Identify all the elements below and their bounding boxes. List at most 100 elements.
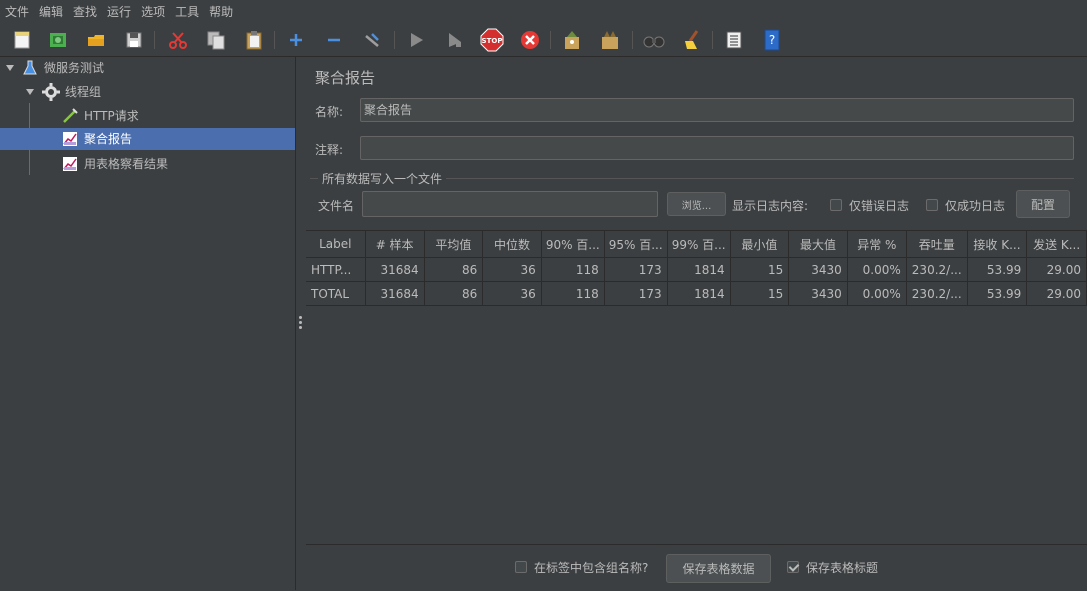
function-helper-icon[interactable] [722,28,746,52]
shutdown-icon[interactable] [518,28,542,52]
filename-field[interactable] [362,191,658,217]
column-header[interactable]: # 样本 [365,230,425,258]
column-header[interactable]: 99% 百... [667,230,731,258]
new-icon[interactable] [10,28,34,52]
templates-icon[interactable] [46,28,70,52]
table-cell: 173 [604,257,668,282]
table-cell: 31684 [365,257,425,282]
errors-only-label: 仅错误日志 [849,199,910,213]
save-icon[interactable] [122,28,146,52]
tree-item-label: HTTP请求 [84,109,139,123]
include-group-name-label: 在标签中包含组名称? [534,561,649,575]
test-plan-tree: 微服务测试 线程组 HTTP请求 聚合报告 用表格察看结果 [0,57,295,590]
table-cell: 29.00 [1026,257,1087,282]
column-header[interactable]: 平均值 [424,230,484,258]
gear-icon [42,83,60,101]
table-cell: 230.2/... [906,281,968,306]
save-table-header-checkbox[interactable] [787,561,799,573]
errors-only-checkbox[interactable] [830,199,842,211]
browse-button[interactable]: 浏览... [667,192,726,216]
column-header[interactable]: 90% 百... [541,230,605,258]
table-cell: HTTP... [306,257,366,282]
collapse-icon[interactable] [322,28,346,52]
menu-file[interactable]: 文件 [0,0,34,24]
table-cell: 15 [730,281,790,306]
svg-text:?: ? [769,33,775,47]
menu-tools[interactable]: 工具 [170,0,204,24]
column-header[interactable]: 吞吐量 [906,230,968,258]
bottom-bar: 在标签中包含组名称? 保存表格数据 保存表格标题 [306,544,1087,591]
name-field[interactable]: 聚合报告 [360,98,1074,122]
start-no-pause-icon[interactable] [442,28,466,52]
table-cell: 3430 [788,281,848,306]
menu-edit[interactable]: 编辑 [34,0,68,24]
column-header[interactable]: 发送 K... [1026,230,1087,258]
column-header[interactable]: 最大值 [788,230,848,258]
help-icon[interactable]: ? [760,28,784,52]
table-cell: 29.00 [1026,281,1087,306]
cut-icon[interactable] [166,28,190,52]
column-header[interactable]: Label [306,230,366,258]
open-icon[interactable] [84,28,108,52]
column-header[interactable]: 异常 % [847,230,907,258]
tree-item-http-request[interactable]: HTTP请求 [62,105,291,127]
table-cell: 118 [541,257,605,282]
reset-search-icon[interactable] [680,28,704,52]
menu-run[interactable]: 运行 [102,0,136,24]
toolbar: STOP ? [0,24,1087,57]
table-row[interactable]: HTTP... 31684 86 36 118 173 1814 15 3430… [306,257,1087,282]
tree-item-label: 线程组 [65,85,102,99]
split-pane-divider[interactable] [295,57,306,590]
table-cell: 3430 [788,257,848,282]
expand-icon[interactable] [284,28,308,52]
clear-icon[interactable] [560,28,584,52]
paste-icon[interactable] [242,28,266,52]
chevron-down-icon[interactable] [6,65,14,71]
menu-search[interactable]: 查找 [68,0,102,24]
menu-help[interactable]: 帮助 [204,0,238,24]
menu-options[interactable]: 选项 [136,0,170,24]
table-row[interactable]: TOTAL 31684 86 36 118 173 1814 15 3430 0… [306,281,1087,306]
table-cell: 0.00% [847,257,907,282]
search-icon[interactable] [642,28,666,52]
table-cell: 36 [482,257,542,282]
results-table: Label # 样本 平均值 中位数 90% 百... 95% 百... 99%… [306,230,1087,306]
start-icon[interactable] [404,28,428,52]
tree-item-thread-group[interactable]: 线程组 [26,81,291,103]
include-group-name-checkbox[interactable] [515,561,527,573]
table-cell: 173 [604,281,668,306]
success-only-checkbox[interactable] [926,199,938,211]
table-cell: TOTAL [306,281,366,306]
copy-icon[interactable] [204,28,228,52]
aggregate-report-panel: 聚合报告 名称: 聚合报告 注释: 所有数据写入一个文件 文件名 浏览... 显… [306,57,1087,590]
chevron-down-icon[interactable] [26,89,34,95]
save-table-header-label: 保存表格标题 [806,561,879,575]
save-table-data-button[interactable]: 保存表格数据 [666,554,771,583]
tree-item-label: 聚合报告 [84,132,133,146]
pipette-icon [63,108,78,123]
table-header-row: Label # 样本 平均值 中位数 90% 百... 95% 百... 99%… [306,230,1087,258]
column-header[interactable]: 接收 K... [967,230,1028,258]
table-cell: 53.99 [967,281,1028,306]
table-cell: 230.2/... [906,257,968,282]
name-label: 名称: [315,105,344,119]
table-cell: 31684 [365,281,425,306]
tree-item-aggregate-report[interactable]: 聚合报告 [0,128,295,150]
tree-item-view-results-table[interactable]: 用表格察看结果 [62,153,291,175]
comment-field[interactable] [360,136,1074,160]
clear-all-icon[interactable] [598,28,622,52]
stop-icon[interactable]: STOP [480,28,504,52]
column-header[interactable]: 95% 百... [604,230,668,258]
table-cell: 1814 [667,257,731,282]
drag-handle-icon[interactable] [299,316,302,331]
log-content-label: 显示日志内容: [732,199,809,213]
column-header[interactable]: 最小值 [730,230,790,258]
configure-button[interactable]: 配置 [1016,190,1070,218]
toggle-icon[interactable] [360,28,384,52]
graph-icon [63,132,77,146]
table-cell: 15 [730,257,790,282]
column-header[interactable]: 中位数 [482,230,542,258]
tree-item-test-plan[interactable]: 微服务测试 [6,57,291,79]
tree-item-label: 微服务测试 [44,61,105,75]
flask-icon [23,60,37,75]
